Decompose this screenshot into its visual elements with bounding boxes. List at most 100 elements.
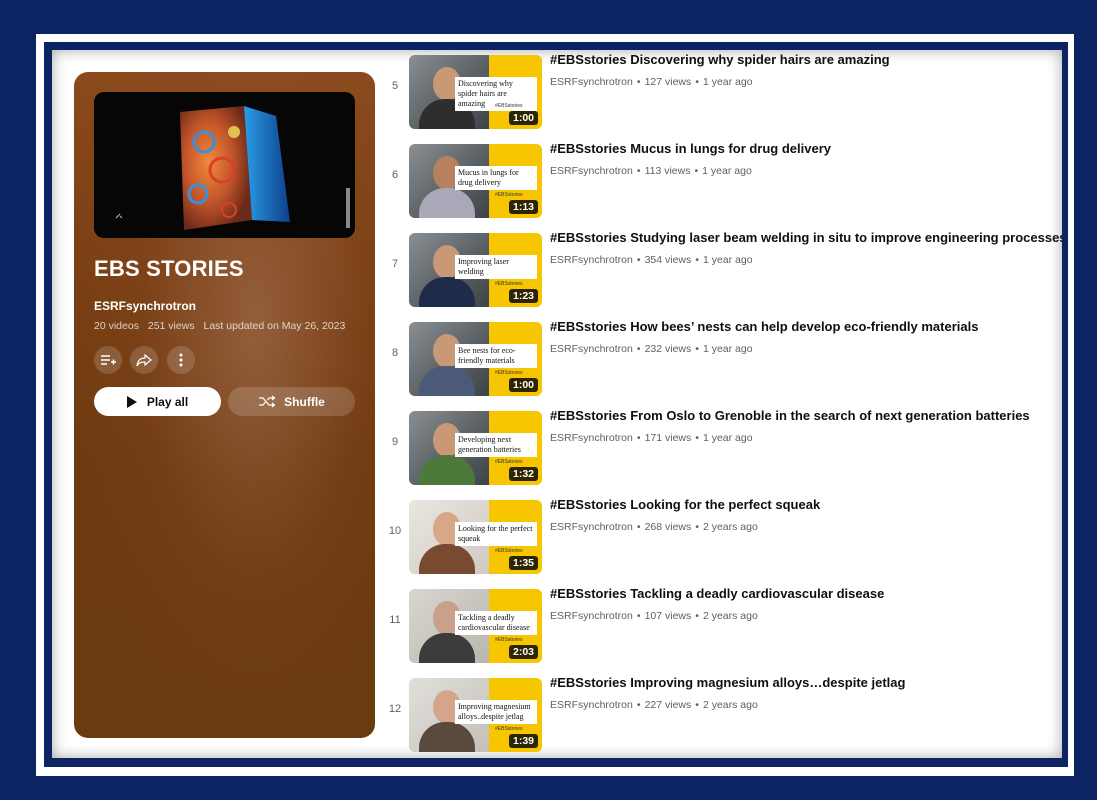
shuffle-label: Shuffle xyxy=(284,394,325,409)
video-age: 1 year ago xyxy=(702,432,753,444)
meta-dot: • xyxy=(695,76,699,88)
video-row[interactable]: 6 Mucus in lungs for drug delivery #EBSs… xyxy=(382,139,1062,219)
video-index: 8 xyxy=(391,347,399,359)
video-views: 268 views xyxy=(644,521,692,533)
video-views: 354 views xyxy=(644,254,692,266)
video-title[interactable]: #EBSstories Mucus in lungs for drug deli… xyxy=(550,141,831,156)
video-row[interactable]: 9 Developing next generation batteries #… xyxy=(382,406,1062,486)
shuffle-button[interactable]: Shuffle xyxy=(228,387,355,416)
thumbnail-tag: #EBSstories xyxy=(495,370,523,376)
video-row[interactable]: 8 Bee nests for eco-friendly materials #… xyxy=(382,317,1062,397)
video-meta: ESRFsynchrotron • 113 views • 1 year ago xyxy=(550,165,752,177)
video-meta: ESRFsynchrotron • 354 views • 1 year ago xyxy=(550,254,753,266)
person-body xyxy=(419,633,475,663)
thumbnail-caption: Improving magnesium alloys..despite jetl… xyxy=(455,700,537,724)
thumbnail-caption: Bee nests for eco-friendly materials xyxy=(455,344,537,368)
meta-dot: • xyxy=(636,76,641,88)
play-all-label: Play all xyxy=(146,394,189,409)
video-age: 1 year ago xyxy=(702,343,753,355)
video-thumbnail[interactable]: Improving magnesium alloys..despite jetl… xyxy=(409,678,542,752)
meta-dot: • xyxy=(695,432,699,444)
video-thumbnail[interactable]: Discovering why spider hairs are amazing… xyxy=(409,55,542,129)
video-channel[interactable]: ESRFsynchrotron xyxy=(550,521,633,533)
meta-dot: • xyxy=(636,521,641,533)
person-body xyxy=(419,455,475,485)
video-meta: ESRFsynchrotron • 227 views • 2 years ago xyxy=(550,699,758,711)
video-channel[interactable]: ESRFsynchrotron xyxy=(550,165,633,177)
thumbnail-caption: Tackling a deadly cardiovascular disease xyxy=(455,611,537,635)
video-meta: ESRFsynchrotron • 107 views • 2 years ago xyxy=(550,610,758,622)
video-title[interactable]: #EBSstories Studying laser beam welding … xyxy=(550,230,1062,245)
video-title[interactable]: #EBSstories Discovering why spider hairs… xyxy=(550,52,890,67)
video-duration: 1:32 xyxy=(508,467,538,481)
meta-dot: • xyxy=(694,165,699,177)
video-age: 1 year ago xyxy=(702,76,753,88)
video-thumbnail[interactable]: Tackling a deadly cardiovascular disease… xyxy=(409,589,542,663)
video-title[interactable]: #EBSstories Looking for the perfect sque… xyxy=(550,497,820,512)
shuffle-icon xyxy=(259,395,276,408)
playlist-page: EBS STORIES ESRFsynchrotron 20 videos 25… xyxy=(52,50,1062,758)
thumbnail-tag: #EBSstories xyxy=(495,103,523,109)
person-body xyxy=(419,188,475,218)
play-icon xyxy=(126,395,137,408)
video-channel[interactable]: ESRFsynchrotron xyxy=(550,699,633,711)
thumbnail-caption: Improving laser welding xyxy=(455,255,537,279)
more-actions-button[interactable] xyxy=(167,346,195,374)
video-row[interactable]: 7 Improving laser welding #EBSstories 1:… xyxy=(382,228,1062,308)
share-icon xyxy=(136,353,152,367)
video-title[interactable]: #EBSstories Tackling a deadly cardiovasc… xyxy=(550,586,884,601)
video-age: 1 year ago xyxy=(702,254,753,266)
video-channel[interactable]: ESRFsynchrotron xyxy=(550,254,633,266)
video-row[interactable]: 12 Improving magnesium alloys..despite j… xyxy=(382,673,1062,753)
video-index: 6 xyxy=(391,169,399,181)
video-duration: 1:00 xyxy=(508,378,538,392)
video-index: 12 xyxy=(388,703,402,715)
video-meta: ESRFsynchrotron • 127 views • 1 year ago xyxy=(550,76,753,88)
more-vert-icon xyxy=(179,353,183,367)
thumbnail-caption: Mucus in lungs for drug delivery xyxy=(455,166,537,190)
person-body xyxy=(419,366,475,396)
meta-dot: • xyxy=(636,343,641,355)
video-thumbnail[interactable]: Mucus in lungs for drug delivery #EBSsto… xyxy=(409,144,542,218)
video-row[interactable]: 11 Tackling a deadly cardiovascular dise… xyxy=(382,584,1062,664)
video-age: 1 year ago xyxy=(702,165,752,177)
video-row[interactable]: 10 Looking for the perfect squeak #EBSst… xyxy=(382,495,1062,575)
video-meta: ESRFsynchrotron • 232 views • 1 year ago xyxy=(550,343,753,355)
video-meta: ESRFsynchrotron • 268 views • 2 years ago xyxy=(550,521,758,533)
video-age: 2 years ago xyxy=(702,699,758,711)
playlist-header-panel: EBS STORIES ESRFsynchrotron 20 videos 25… xyxy=(74,72,375,738)
video-thumbnail[interactable]: Developing next generation batteries #EB… xyxy=(409,411,542,485)
thumbnail-tag: #EBSstories xyxy=(495,459,523,465)
playlist-cover-thumbnail[interactable] xyxy=(94,92,355,238)
save-playlist-button[interactable] xyxy=(94,346,122,374)
video-channel[interactable]: ESRFsynchrotron xyxy=(550,610,633,622)
playlist-views: 251 views xyxy=(147,320,195,332)
play-all-button[interactable]: Play all xyxy=(94,387,221,416)
video-thumbnail[interactable]: Looking for the perfect squeak #EBSstori… xyxy=(409,500,542,574)
video-title[interactable]: #EBSstories Improving magnesium alloys…d… xyxy=(550,675,905,690)
thumbnail-caption: Looking for the perfect squeak xyxy=(455,522,537,546)
meta-dot: • xyxy=(636,165,641,177)
video-thumbnail[interactable]: Bee nests for eco-friendly materials #EB… xyxy=(409,322,542,396)
video-views: 171 views xyxy=(644,432,692,444)
thumbnail-tag: #EBSstories xyxy=(495,192,523,198)
video-meta: ESRFsynchrotron • 171 views • 1 year ago xyxy=(550,432,753,444)
video-channel[interactable]: ESRFsynchrotron xyxy=(550,343,633,355)
video-duration: 1:23 xyxy=(508,289,538,303)
meta-dot: • xyxy=(695,521,699,533)
video-channel[interactable]: ESRFsynchrotron xyxy=(550,76,633,88)
video-row[interactable]: 5 Discovering why spider hairs are amazi… xyxy=(382,50,1062,130)
video-index: 7 xyxy=(391,258,399,270)
playlist-owner[interactable]: ESRFsynchrotron xyxy=(94,299,196,313)
video-index: 9 xyxy=(391,436,399,448)
video-title[interactable]: #EBSstories How bees’ nests can help dev… xyxy=(550,319,978,334)
video-thumbnail[interactable]: Improving laser welding #EBSstories 1:23 xyxy=(409,233,542,307)
person-body xyxy=(419,544,475,574)
share-button[interactable] xyxy=(130,346,158,374)
add-to-queue-icon xyxy=(101,355,116,365)
thumbnail-tag: #EBSstories xyxy=(495,726,523,732)
video-views: 127 views xyxy=(644,76,692,88)
video-title[interactable]: #EBSstories From Oslo to Grenoble in the… xyxy=(550,408,1030,423)
video-views: 107 views xyxy=(644,610,692,622)
video-channel[interactable]: ESRFsynchrotron xyxy=(550,432,633,444)
